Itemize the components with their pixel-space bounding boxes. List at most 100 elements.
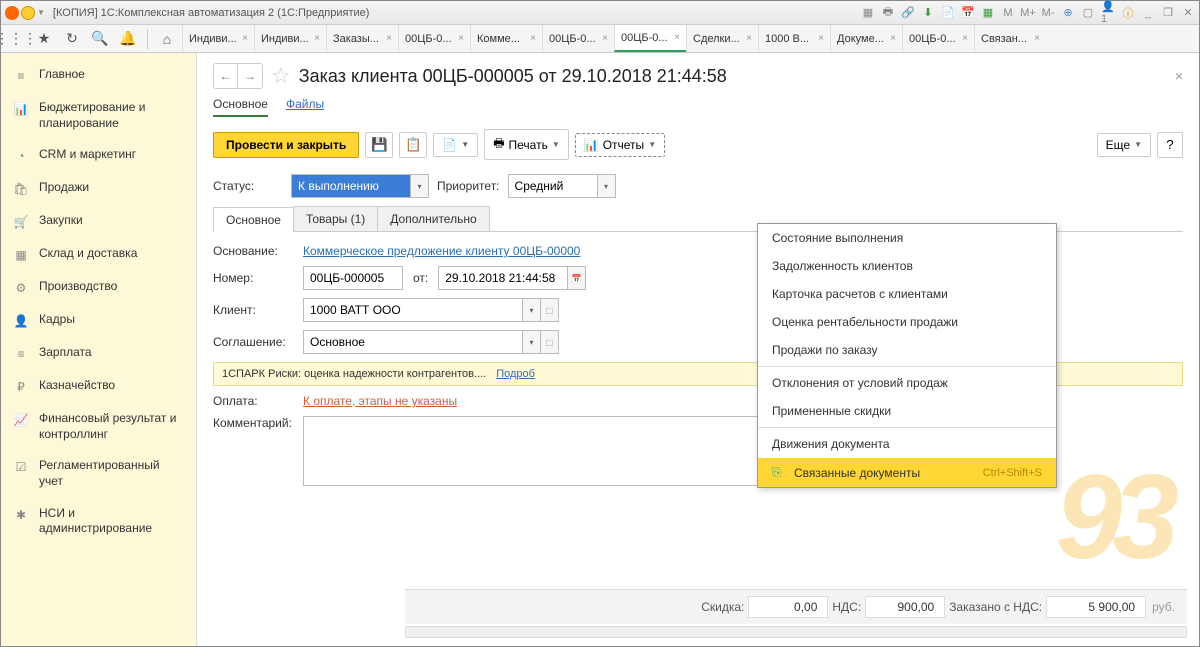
home-icon[interactable]: ⌂: [158, 30, 176, 48]
clock-icon[interactable]: ⊕: [1061, 6, 1075, 20]
user-icon[interactable]: 👤1: [1101, 6, 1115, 20]
link-icon[interactable]: 🔗: [901, 6, 915, 20]
history-icon[interactable]: ↻: [63, 30, 81, 48]
sidebar-item-treasury[interactable]: ₽Казначейство: [1, 370, 196, 403]
search-icon[interactable]: 🔍: [91, 30, 109, 48]
dropdown-icon[interactable]: ▾: [523, 298, 541, 322]
sidebar-item-crm[interactable]: ◔CRM и маркетинг: [1, 139, 196, 172]
close-icon[interactable]: ×: [962, 33, 968, 44]
star-nav-icon[interactable]: ★: [35, 30, 53, 48]
tab-3[interactable]: 00ЦБ-0...×: [398, 25, 470, 52]
sidebar-item-finance[interactable]: 📈Финансовый результат и контроллинг: [1, 403, 196, 450]
help-button[interactable]: ?: [1157, 132, 1183, 158]
doc-tab-extra[interactable]: Дополнительно: [377, 206, 489, 231]
tab-1[interactable]: Индиви...×: [254, 25, 326, 52]
menu-item-movements[interactable]: Движения документа: [758, 430, 1056, 458]
number-input[interactable]: [303, 266, 403, 290]
tab-7[interactable]: Сделки...×: [686, 25, 758, 52]
close-icon[interactable]: ×: [746, 33, 752, 44]
bell-icon[interactable]: 🔔: [119, 30, 137, 48]
open-icon[interactable]: ⬚: [541, 298, 559, 322]
open-icon[interactable]: ⬚: [541, 330, 559, 354]
close-window-icon[interactable]: ✕: [1181, 6, 1195, 20]
doc-icon[interactable]: 📄: [941, 6, 955, 20]
sidebar-item-main[interactable]: ≡Главное: [1, 59, 196, 92]
tab-2[interactable]: Заказы...×: [326, 25, 398, 52]
sidebar-item-salary[interactable]: ≡Зарплата: [1, 337, 196, 370]
print-button[interactable]: 🖶Печать▼: [484, 129, 569, 160]
tab-11[interactable]: Связан...×: [974, 25, 1046, 52]
box-icon[interactable]: ▢: [1081, 6, 1095, 20]
close-icon[interactable]: ×: [818, 33, 824, 44]
close-icon[interactable]: ×: [530, 33, 536, 44]
tab-9[interactable]: Докуме...×: [830, 25, 902, 52]
m-icon[interactable]: M: [1001, 6, 1015, 20]
banner-details-link[interactable]: Подроб: [496, 368, 535, 380]
sidebar-item-budget[interactable]: 📊Бюджетирование и планирование: [1, 92, 196, 139]
sidebar-item-regulated[interactable]: ☑Регламентированный учет: [1, 450, 196, 497]
post-and-close-button[interactable]: Провести и закрыть: [213, 132, 359, 158]
mminus-icon[interactable]: M-: [1041, 6, 1055, 20]
client-input[interactable]: [303, 298, 523, 322]
menu-item-related-docs[interactable]: ⎘ Связанные документы Ctrl+Shift+S: [758, 458, 1056, 487]
close-icon[interactable]: ×: [890, 33, 896, 44]
tab-4[interactable]: Комме...×: [470, 25, 542, 52]
info-icon[interactable]: ⓘ: [1121, 6, 1135, 20]
menu-item-status[interactable]: Состояние выполнения: [758, 224, 1056, 252]
more-button[interactable]: Еще▼: [1097, 133, 1151, 157]
menu-item-discounts[interactable]: Примененные скидки: [758, 397, 1056, 425]
create-from-button[interactable]: 📄▼: [433, 133, 478, 157]
dropdown-icon[interactable]: ▾: [523, 330, 541, 354]
payment-link[interactable]: К оплате, этапы не указаны: [303, 394, 457, 408]
doc-tab-goods[interactable]: Товары (1): [293, 206, 378, 231]
menu-item-card[interactable]: Карточка расчетов с клиентами: [758, 280, 1056, 308]
priority-select[interactable]: [508, 174, 598, 198]
post-button[interactable]: 📋: [399, 132, 427, 158]
grid-icon[interactable]: ▦: [981, 6, 995, 20]
reports-button[interactable]: 📊Отчеты▼: [575, 133, 665, 157]
status-select[interactable]: [291, 174, 411, 198]
sidebar-item-production[interactable]: ⚙Производство: [1, 271, 196, 304]
menu-item-deviations[interactable]: Отклонения от условий продаж: [758, 369, 1056, 397]
apps-icon[interactable]: ⋮⋮⋮: [7, 30, 25, 48]
forward-button[interactable]: →: [238, 64, 262, 88]
close-page-icon[interactable]: ×: [1175, 68, 1183, 84]
calendar-icon[interactable]: 📅: [568, 266, 586, 290]
mplus-icon[interactable]: M+: [1021, 6, 1035, 20]
maximize-icon[interactable]: ❐: [1161, 6, 1175, 20]
agreement-input[interactable]: [303, 330, 523, 354]
close-icon[interactable]: ×: [674, 32, 680, 43]
date-input[interactable]: [438, 266, 568, 290]
sidebar-item-purchases[interactable]: 🛒Закупки: [1, 205, 196, 238]
toolbar-icon[interactable]: ▦: [861, 6, 875, 20]
tab-8[interactable]: 1000 В...×: [758, 25, 830, 52]
back-button[interactable]: ←: [214, 64, 238, 88]
tab-5[interactable]: 00ЦБ-0...×: [542, 25, 614, 52]
menu-item-debt[interactable]: Задолженность клиентов: [758, 252, 1056, 280]
close-icon[interactable]: ×: [386, 33, 392, 44]
close-icon[interactable]: ×: [1034, 33, 1040, 44]
menu-item-profit[interactable]: Оценка рентабельности продажи: [758, 308, 1056, 336]
horizontal-scrollbar[interactable]: [405, 626, 1187, 638]
config-dropdown-icon[interactable]: [21, 6, 35, 20]
close-icon[interactable]: ×: [314, 33, 320, 44]
save-button[interactable]: 💾: [365, 132, 393, 158]
close-icon[interactable]: ×: [458, 33, 464, 44]
subtab-main[interactable]: Основное: [213, 97, 268, 117]
sidebar-item-admin[interactable]: ✱НСИ и администрирование: [1, 498, 196, 545]
dropdown-icon[interactable]: ▾: [411, 174, 429, 198]
favorite-star-icon[interactable]: ☆: [271, 63, 291, 89]
close-icon[interactable]: ×: [602, 33, 608, 44]
minimize-icon[interactable]: _: [1141, 6, 1155, 20]
print-icon[interactable]: 🖶: [881, 6, 895, 20]
sidebar-item-hr[interactable]: 👤Кадры: [1, 304, 196, 337]
doc-tab-main[interactable]: Основное: [213, 207, 294, 232]
menu-item-sales[interactable]: Продажи по заказу: [758, 336, 1056, 364]
sidebar-item-sales[interactable]: 🛍Продажи: [1, 172, 196, 205]
sidebar-item-warehouse[interactable]: ▦Склад и доставка: [1, 238, 196, 271]
tab-0[interactable]: Индиви...×: [182, 25, 254, 52]
calc-icon[interactable]: ⬇: [921, 6, 935, 20]
tab-6[interactable]: 00ЦБ-0...×: [614, 25, 686, 52]
dropdown-icon[interactable]: ▾: [598, 174, 616, 198]
basis-link[interactable]: Коммерческое предложение клиенту 00ЦБ-00…: [303, 244, 580, 258]
